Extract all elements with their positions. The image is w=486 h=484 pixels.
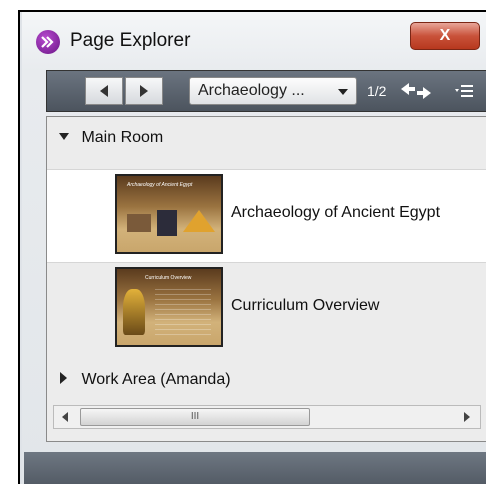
next-page-button[interactable]: [125, 77, 163, 105]
page-dropdown-value: Archaeology ...: [198, 82, 305, 99]
collapsed-triangle-icon: [60, 372, 67, 384]
group-main-room[interactable]: Main Room: [59, 129, 163, 147]
page-label: Curriculum Overview: [231, 297, 380, 314]
app-icon: [36, 30, 60, 54]
thumbnail-bullets: [155, 289, 211, 339]
page-counter: 1/2: [367, 83, 387, 99]
pyramid-image: [183, 210, 215, 232]
toolbar: Archaeology ... 1/2: [46, 70, 486, 112]
thumbnail-title: Archaeology of Ancient Egypt: [127, 182, 193, 188]
window-title: Page Explorer: [70, 30, 191, 51]
thumbnail-title: Curriculum Overview: [145, 275, 192, 281]
page-row-curriculum[interactable]: Curriculum Overview Curriculum Overview: [47, 263, 486, 355]
page-dropdown[interactable]: Archaeology ...: [189, 77, 357, 105]
page-thumbnail: Curriculum Overview: [115, 267, 223, 347]
group-label: Work Area (Amanda): [81, 371, 231, 388]
bottom-bar: [24, 452, 486, 484]
expanded-triangle-icon: [59, 133, 69, 140]
chevron-down-icon: [338, 89, 348, 95]
swap-arrows-icon[interactable]: [399, 81, 433, 101]
title-bar: Page Explorer X: [22, 12, 486, 68]
tutankhamun-mask-image: [123, 289, 145, 335]
scroll-left-icon[interactable]: [62, 412, 68, 422]
arrow-right-icon: [140, 85, 148, 97]
scroll-right-icon[interactable]: [464, 412, 470, 422]
group-label: Main Room: [81, 129, 164, 146]
page-thumbnail: Archaeology of Ancient Egypt: [115, 174, 223, 254]
close-button[interactable]: X: [410, 22, 480, 50]
group-work-area[interactable]: Work Area (Amanda): [59, 371, 231, 389]
scrollbar-thumb[interactable]: III: [80, 408, 310, 426]
menu-icon[interactable]: [455, 83, 475, 99]
mask-image: [157, 210, 177, 236]
page-label: Archaeology of Ancient Egypt: [231, 204, 441, 221]
page-list: Main Room Archaeology of Ancient Egypt A…: [46, 116, 486, 442]
page-explorer-window: Page Explorer X Archaeology ... 1/2 Main…: [18, 10, 486, 484]
arrow-left-icon: [100, 85, 108, 97]
horizontal-scrollbar[interactable]: III: [53, 405, 481, 429]
previous-page-button[interactable]: [85, 77, 123, 105]
page-row-archaeology[interactable]: Archaeology of Ancient Egypt Archaeology…: [47, 169, 486, 263]
sphinx-image: [127, 214, 151, 232]
